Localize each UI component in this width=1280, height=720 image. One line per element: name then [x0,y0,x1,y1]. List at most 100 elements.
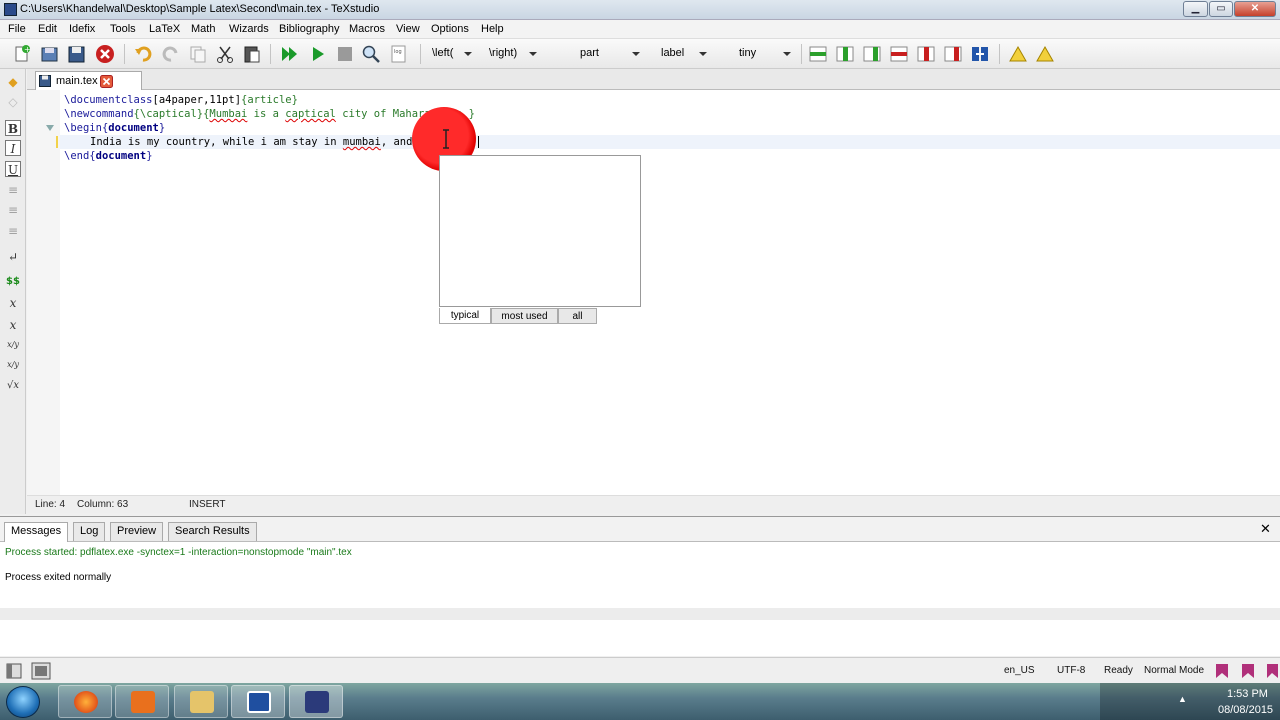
toggle-structure-icon[interactable] [6,663,22,679]
align-left-icon[interactable]: ≡ [5,182,21,198]
close-panel-icon[interactable]: ✕ [1260,521,1271,537]
copy-icon[interactable] [188,44,208,64]
font-size-combo[interactable]: tiny [735,44,795,64]
home-icon[interactable]: ◇ [5,94,21,110]
bookmark-pink-icon[interactable] [1265,663,1279,679]
messages-panel: Messages Log Preview Search Results ✕ Pr… [0,516,1280,656]
clock-time[interactable]: 1:53 PM [1227,688,1268,700]
completer-popup[interactable] [439,155,641,307]
newline-icon[interactable]: ↵ [5,249,21,265]
bookmark-pink-icon[interactable] [1240,663,1256,679]
save-icon[interactable] [67,44,87,64]
next-warning-icon[interactable] [1035,44,1055,64]
tab-messages[interactable]: Messages [4,522,69,542]
menu-view[interactable]: View [396,23,420,35]
menu-tools[interactable]: Tools [110,23,136,35]
insert-mode-indicator[interactable]: INSERT [189,499,226,510]
subscript-icon[interactable]: x [5,295,21,311]
menu-options[interactable]: Options [431,23,469,35]
maximize-button[interactable]: ▭ [1209,1,1233,17]
bookmark-pink-icon[interactable] [1214,663,1230,679]
right-delimiter-combo[interactable]: \right) [485,44,541,64]
close-icon[interactable] [100,75,113,88]
column-indicator: Column: 63 [77,499,129,510]
previous-warning-icon[interactable] [1008,44,1028,64]
tab-search-results[interactable]: Search Results [168,522,257,541]
italic-icon[interactable]: I [5,140,21,156]
bottom-status-bar: en_US UTF-8 Ready Normal Mode [0,657,1280,683]
texstudio-taskbar-button[interactable] [289,685,343,718]
tab-preview[interactable]: Preview [110,522,164,541]
math-mode-icon[interactable]: $$ [5,274,21,290]
tab-main-tex[interactable]: main.tex [35,71,142,90]
media-player-taskbar-button[interactable] [115,685,169,718]
language-selector[interactable]: en_US [1004,665,1035,676]
start-button[interactable] [6,686,40,718]
clock-date[interactable]: 08/08/2015 [1218,704,1273,716]
main-toolbar: + log \left( \right) part label tiny [0,39,1280,69]
tab-log[interactable]: Log [73,522,106,541]
menu-edit[interactable]: Edit [38,23,57,35]
add-row-icon[interactable] [808,44,828,64]
menu-idefix[interactable]: Idefix [69,23,95,35]
completer-tab-most-used[interactable]: most used [491,308,558,324]
underline-icon[interactable]: U [5,161,21,177]
insert-column-icon[interactable] [862,44,882,64]
build-and-view-icon[interactable] [280,44,300,64]
fold-arrow-icon[interactable] [46,124,54,132]
align-center-icon[interactable]: ≡ [5,202,21,218]
add-column-icon[interactable] [835,44,855,64]
completer-tab-all[interactable]: all [558,308,597,324]
app-taskbar-button[interactable] [231,685,285,718]
redo-icon[interactable] [161,44,181,64]
view-pdf-icon[interactable] [361,44,381,64]
minimize-button[interactable]: ▁ [1183,1,1208,17]
bold-icon[interactable]: B [5,120,21,136]
fraction-icon[interactable]: x/y [5,337,21,353]
close-file-icon[interactable] [95,44,115,64]
left-delimiter-combo[interactable]: \left( [428,44,476,64]
menu-math[interactable]: Math [191,23,215,35]
system-tray: ▲ 1:53 PM 08/08/2015 [1100,683,1280,720]
new-file-icon[interactable]: + [12,44,32,64]
misspelled-word: mumbai [342,136,381,148]
paste-icon[interactable] [242,44,262,64]
menu-wizards[interactable]: Wizards [229,23,269,35]
completer-tab-typical[interactable]: typical [439,308,491,324]
firefox-taskbar-button[interactable] [58,685,112,718]
superscript-icon[interactable]: x [5,317,21,333]
compile-icon[interactable] [308,44,328,64]
menu-macros[interactable]: Macros [349,23,385,35]
show-hidden-icons[interactable]: ▲ [1178,694,1187,704]
explorer-taskbar-button[interactable] [174,685,228,718]
code-editor[interactable]: \documentclass[a4paper,11pt]{article} \n… [27,90,1280,495]
misspelled-word: Mumbai [209,108,248,120]
code-token: {\captical} [133,108,204,120]
menu-file[interactable]: File [8,23,26,35]
view-log-icon[interactable]: log [389,44,409,64]
folder-icon [190,691,214,713]
dfrac-icon[interactable]: x/y [5,357,21,373]
reference-combo[interactable]: label [657,44,711,64]
align-table-icon[interactable] [970,44,990,64]
align-right-icon[interactable]: ≡ [5,223,21,239]
menu-bibliography[interactable]: Bibliography [279,23,340,35]
close-window-button[interactable]: ✕ [1234,1,1276,17]
remove-column-icon[interactable] [916,44,936,64]
undo-icon[interactable] [133,44,153,64]
encoding-selector[interactable]: UTF-8 [1057,665,1085,676]
bookmark-icon[interactable]: ◆ [5,74,21,90]
chevron-down-icon [632,52,640,56]
stop-icon[interactable] [335,44,355,64]
sectioning-combo[interactable]: part [576,44,644,64]
save-all-icon[interactable] [40,44,60,64]
editor-tab-bar: main.tex [27,69,1280,90]
toggle-messages-icon[interactable] [31,662,51,680]
sqrt-icon[interactable]: √x [5,378,21,394]
menu-help[interactable]: Help [481,23,504,35]
delete-column-icon[interactable] [943,44,963,64]
menu-latex[interactable]: LaTeX [149,23,180,35]
cut-icon[interactable] [215,44,235,64]
remove-row-icon[interactable] [889,44,909,64]
horizontal-scrollbar[interactable] [0,608,1280,620]
